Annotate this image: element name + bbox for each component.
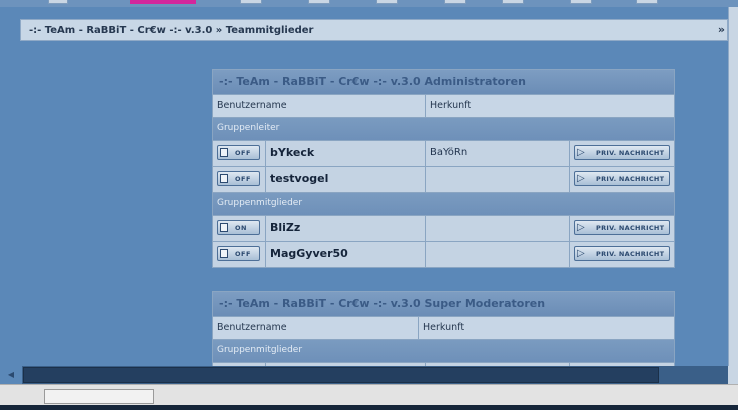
message-arrow-icon: ▷ — [577, 147, 585, 158]
tab-stub[interactable] — [636, 0, 658, 4]
profile-icon — [220, 174, 228, 183]
profile-icon — [220, 148, 228, 157]
group-super-moderators: -:- TeAm - RaBBiT - Cr€w -:- v.3.0 Super… — [212, 291, 675, 366]
browser-tab-strip — [0, 0, 738, 7]
member-origin — [426, 167, 570, 192]
taskbar-strip — [0, 405, 738, 410]
member-row: OFF bYkeck BaYöRn ▷ PRIV. NACHRICHT — [213, 140, 674, 166]
breadcrumb-link[interactable]: -:- TeAm - RaBBiT - Cr€w -:- v.3.0 » Tea… — [29, 25, 314, 36]
online-status-button[interactable]: OFF — [217, 145, 260, 160]
online-status-button[interactable]: ON — [217, 220, 260, 235]
member-row: OFF testvogel ▷ PRIV. NACHRICHT — [213, 166, 674, 192]
tab-stub[interactable] — [308, 0, 330, 4]
column-header-origin: Herkunft — [430, 100, 472, 111]
column-header-username: Benutzername — [213, 95, 426, 117]
group-title: -:- TeAm - RaBBiT - Cr€w -:- v.3.0 Admin… — [213, 70, 674, 94]
message-arrow-icon: ▷ — [577, 222, 585, 233]
member-row: ON BliZz ▷ PRIV. NACHRICHT — [213, 215, 674, 241]
breadcrumb-arrow-icon[interactable]: » — [718, 23, 725, 36]
status-bar — [0, 384, 738, 410]
message-arrow-icon: ▷ — [577, 173, 585, 184]
private-message-button[interactable]: ▷ PRIV. NACHRICHT — [574, 145, 670, 160]
vertical-scrollbar[interactable] — [728, 7, 738, 366]
tab-stub[interactable] — [240, 0, 262, 4]
tab-stub[interactable] — [444, 0, 466, 4]
breadcrumb: -:- TeAm - RaBBiT - Cr€w -:- v.3.0 » Tea… — [20, 19, 728, 41]
scrollbar-thumb[interactable] — [23, 367, 659, 383]
column-header-username: Benutzername — [213, 317, 419, 339]
member-name[interactable]: BliZz — [266, 216, 426, 241]
content-viewport: -:- TeAm - RaBBiT - Cr€w -:- v.3.0 Admin… — [0, 42, 728, 366]
group-administrators: -:- TeAm - RaBBiT - Cr€w -:- v.3.0 Admin… — [212, 69, 675, 268]
message-arrow-icon: ▷ — [577, 248, 585, 259]
profile-icon — [220, 249, 228, 258]
section-label-members: Gruppenmitglieder — [213, 192, 674, 215]
section-label-members: Gruppenmitglieder — [213, 339, 674, 362]
active-tab-indicator[interactable] — [130, 0, 196, 4]
member-row: OFF MagGyver50 ▷ PRIV. NACHRICHT — [213, 241, 674, 267]
tab-stub[interactable] — [570, 0, 592, 4]
column-header-row: Benutzername Herkunft — [213, 94, 674, 117]
group-title: -:- TeAm - RaBBiT - Cr€w -:- v.3.0 Super… — [213, 292, 674, 316]
member-name[interactable]: bYkeck — [266, 141, 426, 166]
tab-stub[interactable] — [376, 0, 398, 4]
member-name[interactable]: testvogel — [266, 167, 426, 192]
member-name[interactable]: MagGyver50 — [266, 242, 426, 267]
online-status-button[interactable]: OFF — [217, 171, 260, 186]
horizontal-scrollbar[interactable]: ◀ — [0, 366, 738, 384]
scrollbar-corner — [728, 366, 738, 384]
member-origin — [426, 216, 570, 241]
private-message-button[interactable]: ▷ PRIV. NACHRICHT — [574, 220, 670, 235]
column-header-origin: Herkunft — [423, 322, 465, 333]
online-status-button[interactable]: OFF — [217, 246, 260, 261]
left-arrow-icon[interactable]: ◀ — [0, 366, 22, 384]
private-message-button[interactable]: ▷ PRIV. NACHRICHT — [574, 171, 670, 186]
member-origin: BaYöRn — [426, 141, 570, 166]
section-label-leaders: Gruppenleiter — [213, 117, 674, 140]
member-origin — [426, 242, 570, 267]
tab-stub[interactable] — [48, 0, 68, 4]
column-header-row: Benutzername Herkunft — [213, 316, 674, 339]
private-message-button[interactable]: ▷ PRIV. NACHRICHT — [574, 246, 670, 261]
tab-stub[interactable] — [502, 0, 524, 4]
profile-icon — [220, 223, 228, 232]
status-bar-field — [44, 389, 154, 404]
